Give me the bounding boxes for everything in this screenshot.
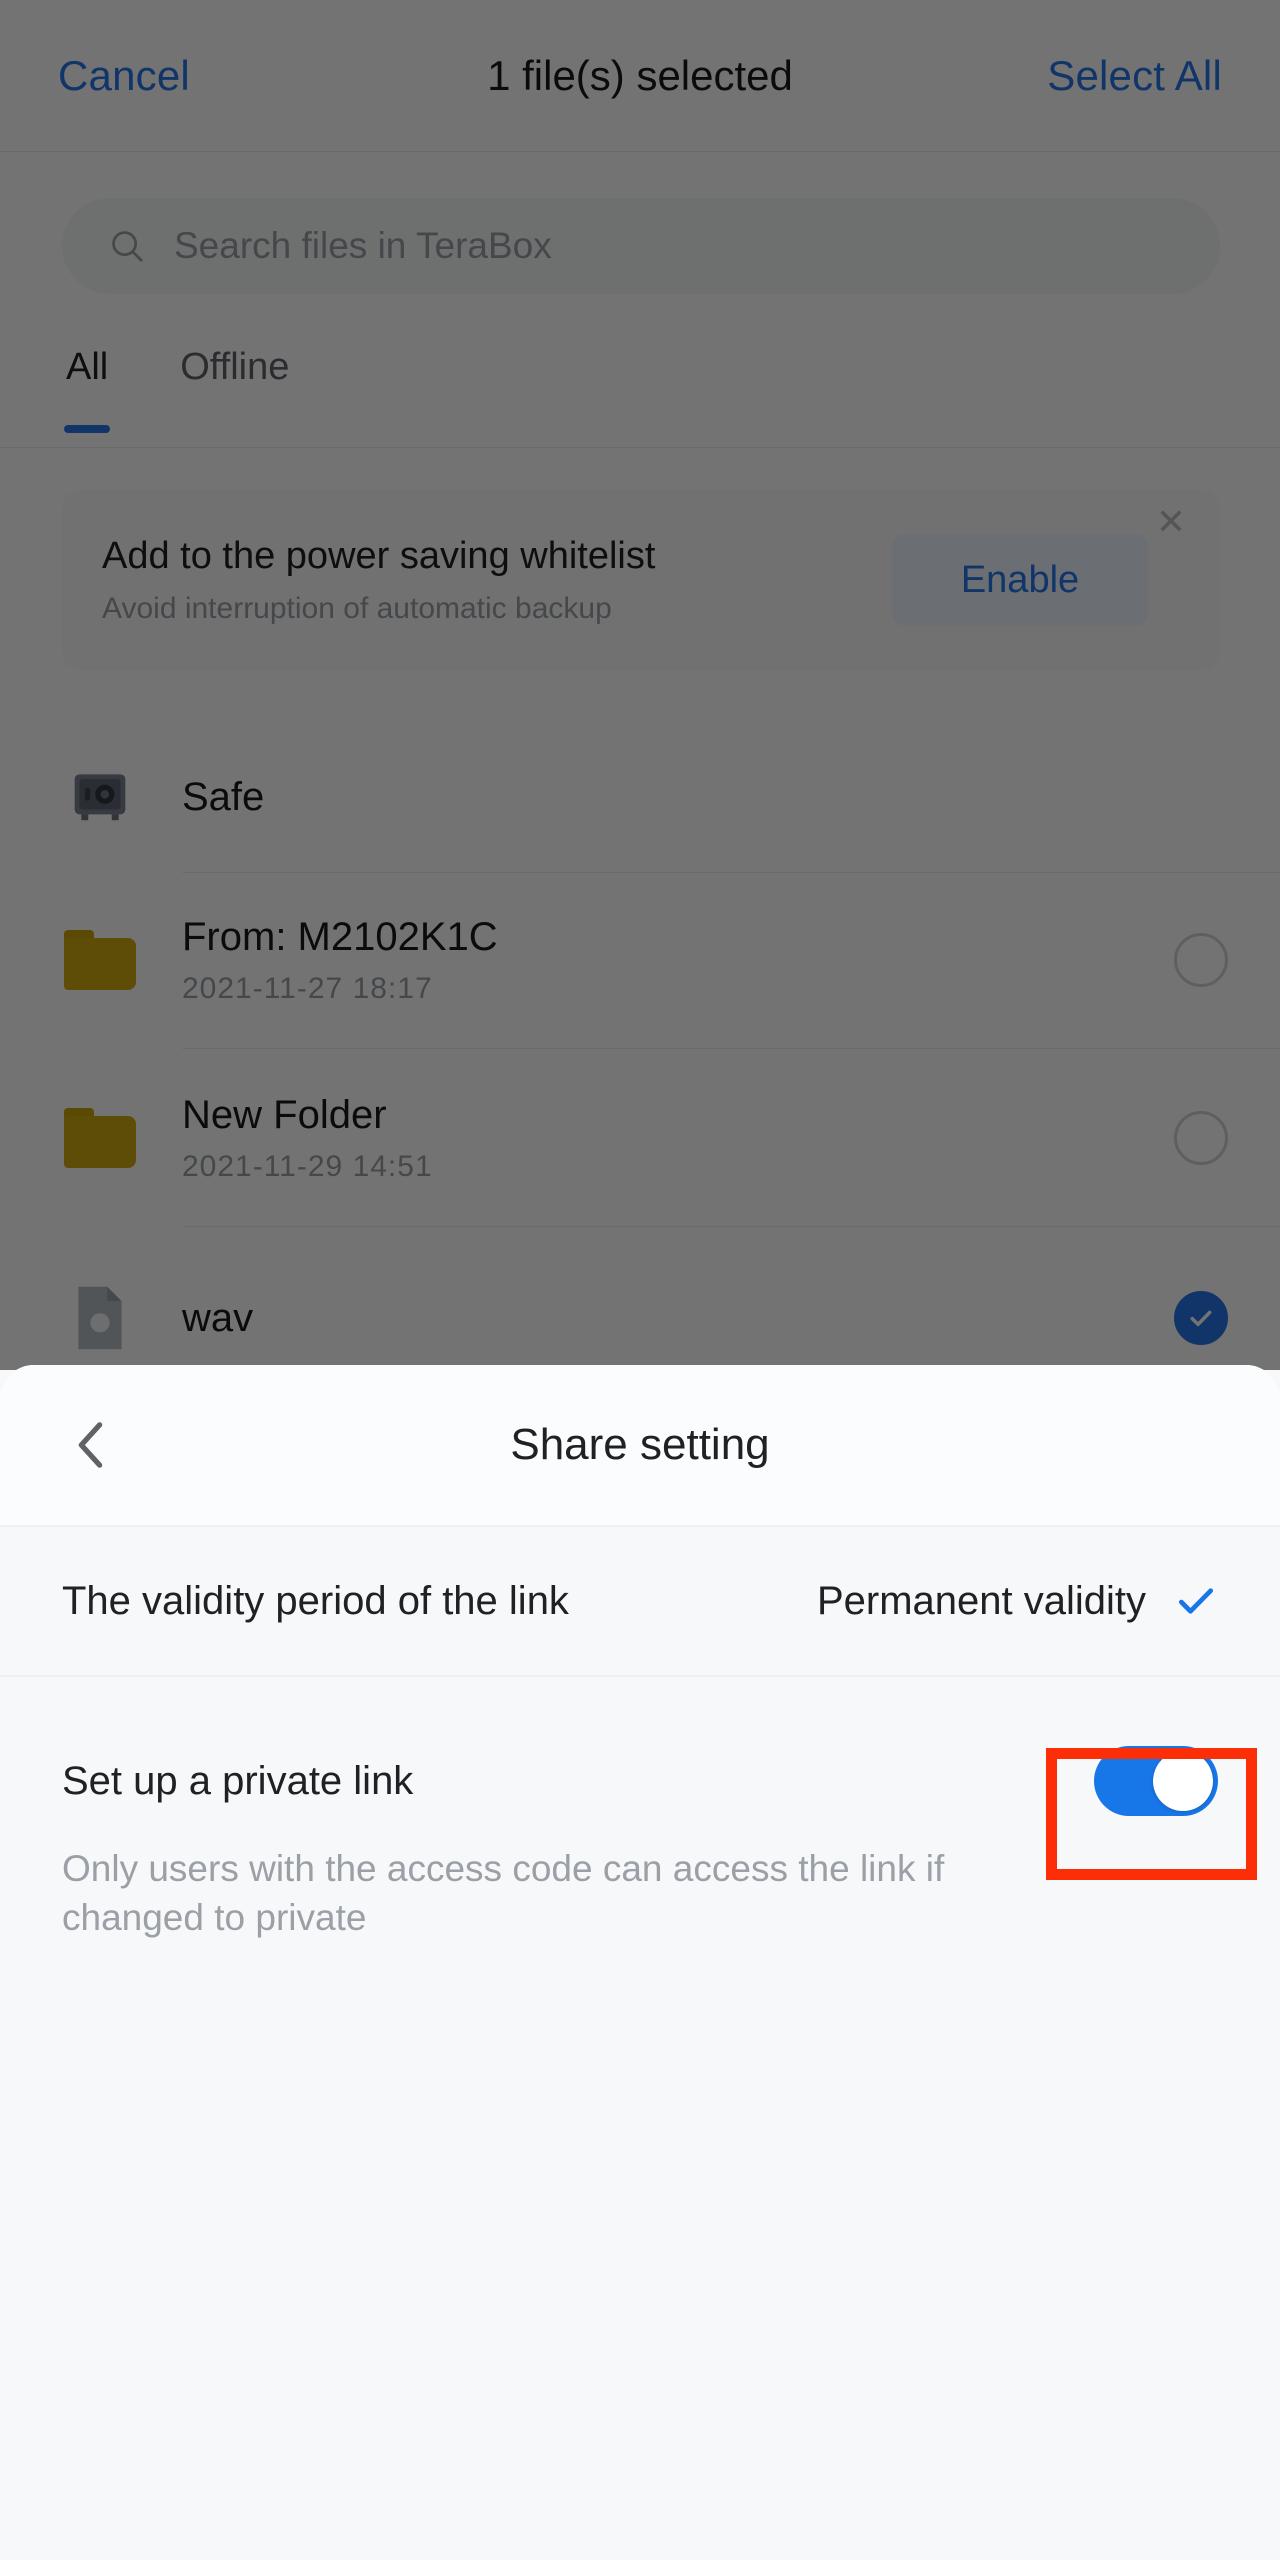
divider bbox=[182, 872, 1280, 873]
private-link-header: Set up a private link bbox=[62, 1735, 1218, 1827]
select-all-button[interactable]: Select All bbox=[1047, 52, 1222, 100]
file-picker-screen: Cancel 1 file(s) selected Select All Sea… bbox=[0, 0, 1280, 1370]
tab-offline[interactable]: Offline bbox=[180, 340, 289, 389]
banner-subtitle: Avoid interruption of automatic backup bbox=[102, 591, 612, 625]
divider bbox=[182, 1226, 1280, 1227]
validity-value: Permanent validity bbox=[816, 1578, 1146, 1623]
list-item-label: From: M2102K1C bbox=[182, 914, 498, 959]
file-icon-glyph bbox=[78, 1286, 122, 1350]
check-icon bbox=[1190, 1310, 1212, 1327]
enable-button[interactable]: Enable bbox=[892, 534, 1148, 626]
row-text-group: wav bbox=[182, 1296, 1174, 1341]
cancel-button[interactable]: Cancel bbox=[58, 52, 190, 100]
private-link-row: Set up a private link Only users with th… bbox=[0, 1677, 1280, 1989]
search-icon bbox=[112, 231, 143, 262]
search-placeholder: Search files in TeraBox bbox=[174, 225, 552, 266]
toggle-knob bbox=[1153, 1751, 1213, 1811]
list-item-label: New Folder bbox=[182, 1092, 387, 1137]
private-link-description: Only users with the access code can acce… bbox=[62, 1848, 945, 1938]
list-item-label: Safe bbox=[182, 774, 265, 819]
row-checkbox[interactable] bbox=[1174, 1111, 1228, 1165]
row-checkbox-selected[interactable] bbox=[1174, 1291, 1228, 1345]
search-input[interactable]: Search files in TeraBox bbox=[62, 198, 1220, 294]
app-root: Cancel 1 file(s) selected Select All Sea… bbox=[0, 0, 1280, 2560]
banner-text-group: Add to the power saving whitelist Avoid … bbox=[62, 535, 892, 626]
back-button[interactable] bbox=[62, 1417, 118, 1473]
private-link-label: Set up a private link bbox=[62, 1758, 414, 1803]
sheet-header: Share setting bbox=[0, 1365, 1280, 1525]
file-icon bbox=[62, 1280, 138, 1356]
folder-icon bbox=[62, 922, 138, 998]
tab-bar: All Offline bbox=[0, 340, 1280, 448]
list-item-label: wav bbox=[182, 1295, 254, 1340]
row-text-group: New Folder 2021-11-29 14:51 bbox=[182, 1093, 1174, 1184]
sheet-title: Share setting bbox=[510, 1420, 770, 1469]
chevron-left-icon bbox=[78, 1422, 103, 1468]
list-item-date: 2021-11-29 14:51 bbox=[182, 1149, 433, 1183]
safe-icon-glyph bbox=[74, 774, 126, 821]
list-item-from-m2102k1c[interactable]: From: M2102K1C 2021-11-27 18:17 bbox=[0, 890, 1280, 1030]
folder-icon-glyph bbox=[64, 1108, 136, 1168]
divider bbox=[182, 1048, 1280, 1049]
row-text-group: Safe bbox=[182, 775, 1228, 820]
row-text-group: From: M2102K1C 2021-11-27 18:17 bbox=[182, 915, 1174, 1006]
power-saving-banner: Add to the power saving whitelist Avoid … bbox=[62, 490, 1220, 670]
validity-value-group: Permanent validity bbox=[817, 1579, 1218, 1624]
close-icon[interactable]: ✕ bbox=[1156, 504, 1186, 540]
folder-icon-glyph bbox=[64, 930, 136, 990]
list-item-safe[interactable]: Safe bbox=[0, 742, 1280, 852]
picker-header: Cancel 1 file(s) selected Select All bbox=[0, 0, 1280, 152]
list-item-date: 2021-11-27 18:17 bbox=[182, 971, 433, 1005]
folder-icon bbox=[62, 1100, 138, 1176]
share-setting-sheet: Share setting The validity period of the… bbox=[0, 1365, 1280, 2560]
banner-title: Add to the power saving whitelist bbox=[102, 534, 656, 577]
list-item-wav[interactable]: wav bbox=[0, 1248, 1280, 1370]
validity-label: The validity period of the link bbox=[62, 1578, 569, 1623]
validity-period-row[interactable]: The validity period of the link Permanen… bbox=[0, 1527, 1280, 1675]
list-item-new-folder[interactable]: New Folder 2021-11-29 14:51 bbox=[0, 1068, 1280, 1208]
check-icon bbox=[1178, 1588, 1214, 1614]
row-checkbox[interactable] bbox=[1174, 933, 1228, 987]
tab-all[interactable]: All bbox=[66, 340, 108, 389]
safe-icon bbox=[62, 759, 138, 835]
private-link-toggle[interactable] bbox=[1094, 1746, 1218, 1816]
